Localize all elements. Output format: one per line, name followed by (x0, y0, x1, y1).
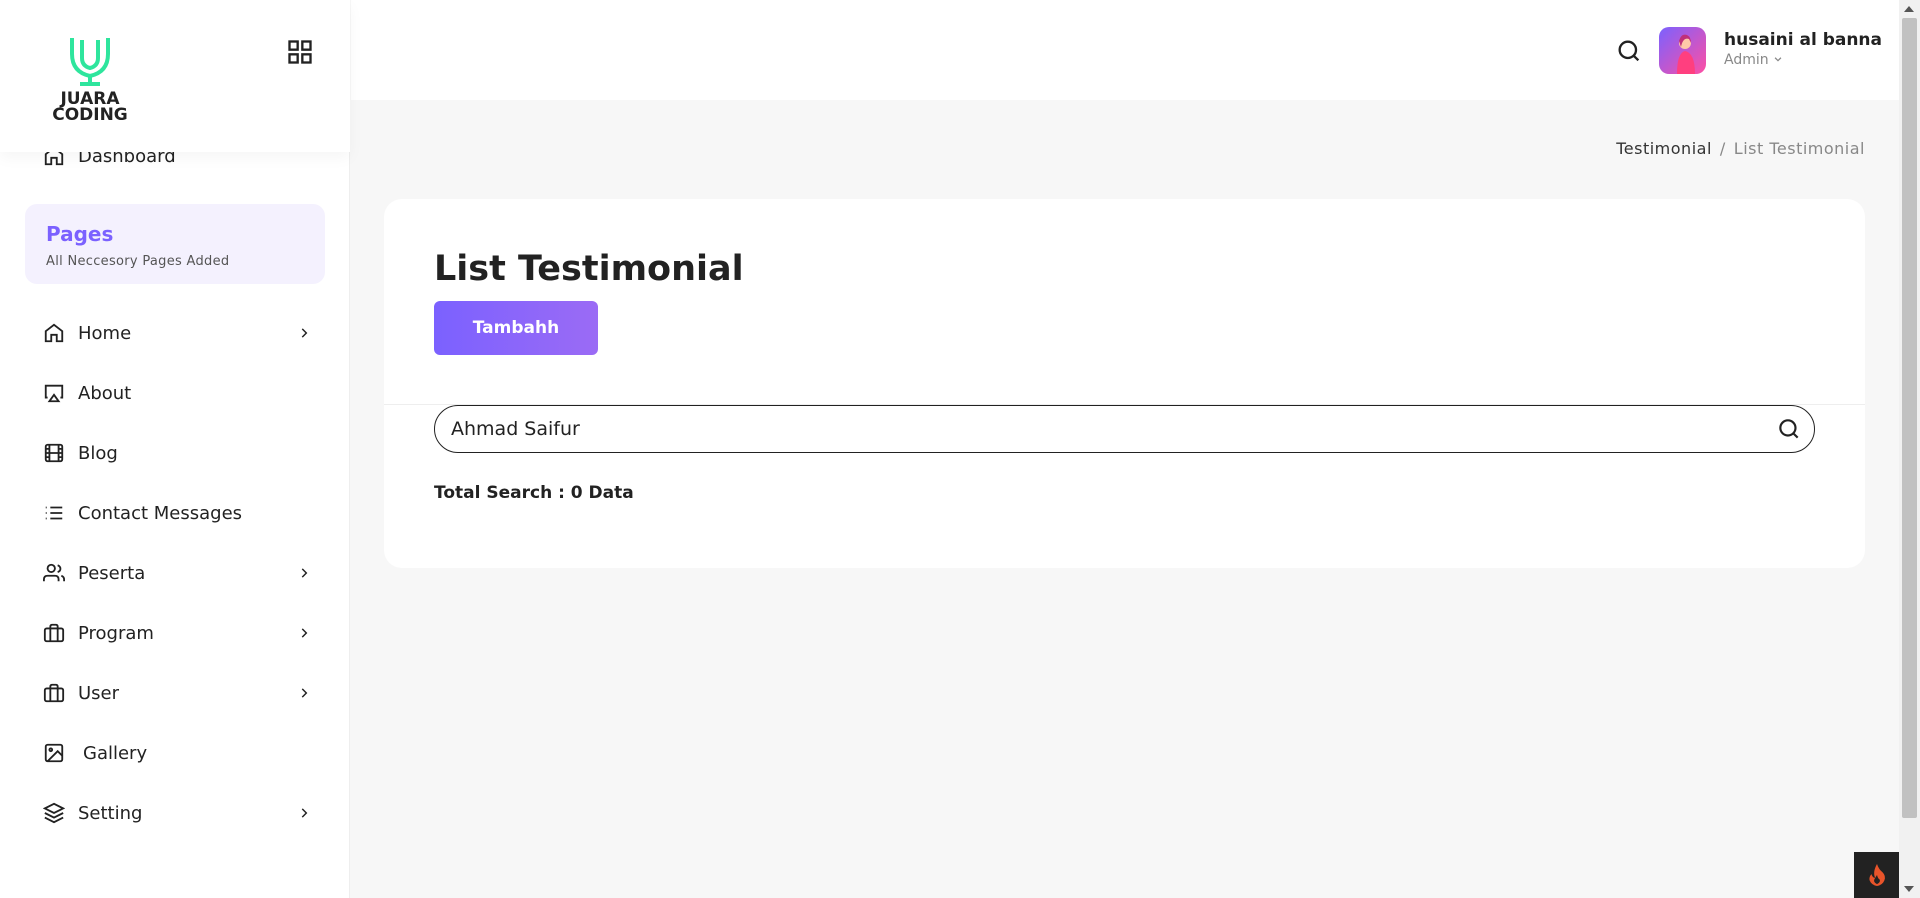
sidebar-item-label: User (78, 682, 120, 704)
add-testimonial-button[interactable]: Tambahh (434, 301, 598, 355)
chevron-right-icon (296, 565, 312, 581)
chevron-right-icon (296, 625, 312, 641)
juara-coding-logo[interactable]: JUARA CODING (40, 32, 140, 122)
list-icon (42, 501, 66, 525)
chevron-down-icon (1773, 52, 1783, 68)
total-search-count: Total Search : 0 Data (434, 483, 634, 503)
briefcase-icon (42, 621, 66, 645)
scroll-up-arrow-icon[interactable] (1904, 6, 1914, 12)
image-icon (42, 741, 66, 765)
breadcrumb-separator: / (1719, 139, 1726, 158)
search-icon[interactable] (1615, 37, 1643, 65)
chevron-right-icon (296, 805, 312, 821)
sidebar-item-contact-messages[interactable]: Contact Messages (42, 495, 312, 531)
chevron-right-icon (296, 325, 312, 341)
pages-card-subtitle: All Neccesory Pages Added (46, 254, 230, 269)
user-role-dropdown[interactable]: Admin (1724, 52, 1783, 68)
sidebar-item-label: Home (78, 322, 132, 344)
sidebar-item-setting[interactable]: Setting (42, 795, 312, 831)
sidebar-item-user[interactable]: User (42, 675, 312, 711)
chevron-right-icon (296, 685, 312, 701)
sidebar-item-label: About (78, 382, 132, 404)
pages-card: Pages All Neccesory Pages Added (25, 204, 325, 284)
sidebar-item-label: Contact Messages (78, 502, 243, 524)
sidebar-item-label: Program (78, 622, 154, 644)
avatar[interactable] (1659, 27, 1706, 74)
sidebar-item-about[interactable]: About (42, 375, 312, 411)
sidebar-item-blog[interactable]: Blog (42, 435, 312, 471)
scrollbar[interactable] (1899, 0, 1920, 898)
sidebar-item-peserta[interactable]: Peserta (42, 555, 312, 591)
user-name: husaini al banna (1724, 30, 1883, 50)
testimonial-card: List Testimonial Tambahh Total Search : … (384, 199, 1865, 568)
scroll-down-arrow-icon[interactable] (1904, 886, 1914, 892)
sidebar-item-gallery[interactable]: Gallery (42, 735, 312, 771)
breadcrumb-parent[interactable]: Testimonial (1616, 139, 1712, 158)
airplay-icon (42, 381, 66, 405)
sidebar-item-label: Blog (78, 442, 118, 464)
pages-card-title: Pages (46, 222, 114, 246)
user-role: Admin (1724, 52, 1769, 68)
sidebar-item-label: Gallery (83, 742, 148, 764)
search-box (434, 405, 1815, 453)
sidebar-item-label: Peserta (78, 562, 146, 584)
grid-menu-icon[interactable] (286, 38, 314, 66)
logo-text-coding: CODING (52, 105, 128, 122)
breadcrumb: Testimonial / List Testimonial (1616, 139, 1865, 158)
briefcase-icon (42, 681, 66, 705)
search-input[interactable] (451, 406, 1751, 451)
sidebar-item-program[interactable]: Program (42, 615, 312, 651)
home-icon (42, 321, 66, 345)
sidebar: JUARA CODING Dashboard Pages All Necceso… (0, 0, 350, 898)
users-icon (42, 561, 66, 585)
search-icon[interactable] (1776, 416, 1802, 442)
logo-area: JUARA CODING (0, 0, 350, 152)
film-icon (42, 441, 66, 465)
fire-icon[interactable] (1854, 852, 1899, 898)
sidebar-item-label: Setting (78, 802, 143, 824)
page-title: List Testimonial (434, 249, 744, 289)
scroll-thumb[interactable] (1902, 18, 1917, 818)
sidebar-item-home[interactable]: Home (42, 315, 312, 351)
breadcrumb-current: List Testimonial (1733, 139, 1865, 158)
layers-icon (42, 801, 66, 825)
